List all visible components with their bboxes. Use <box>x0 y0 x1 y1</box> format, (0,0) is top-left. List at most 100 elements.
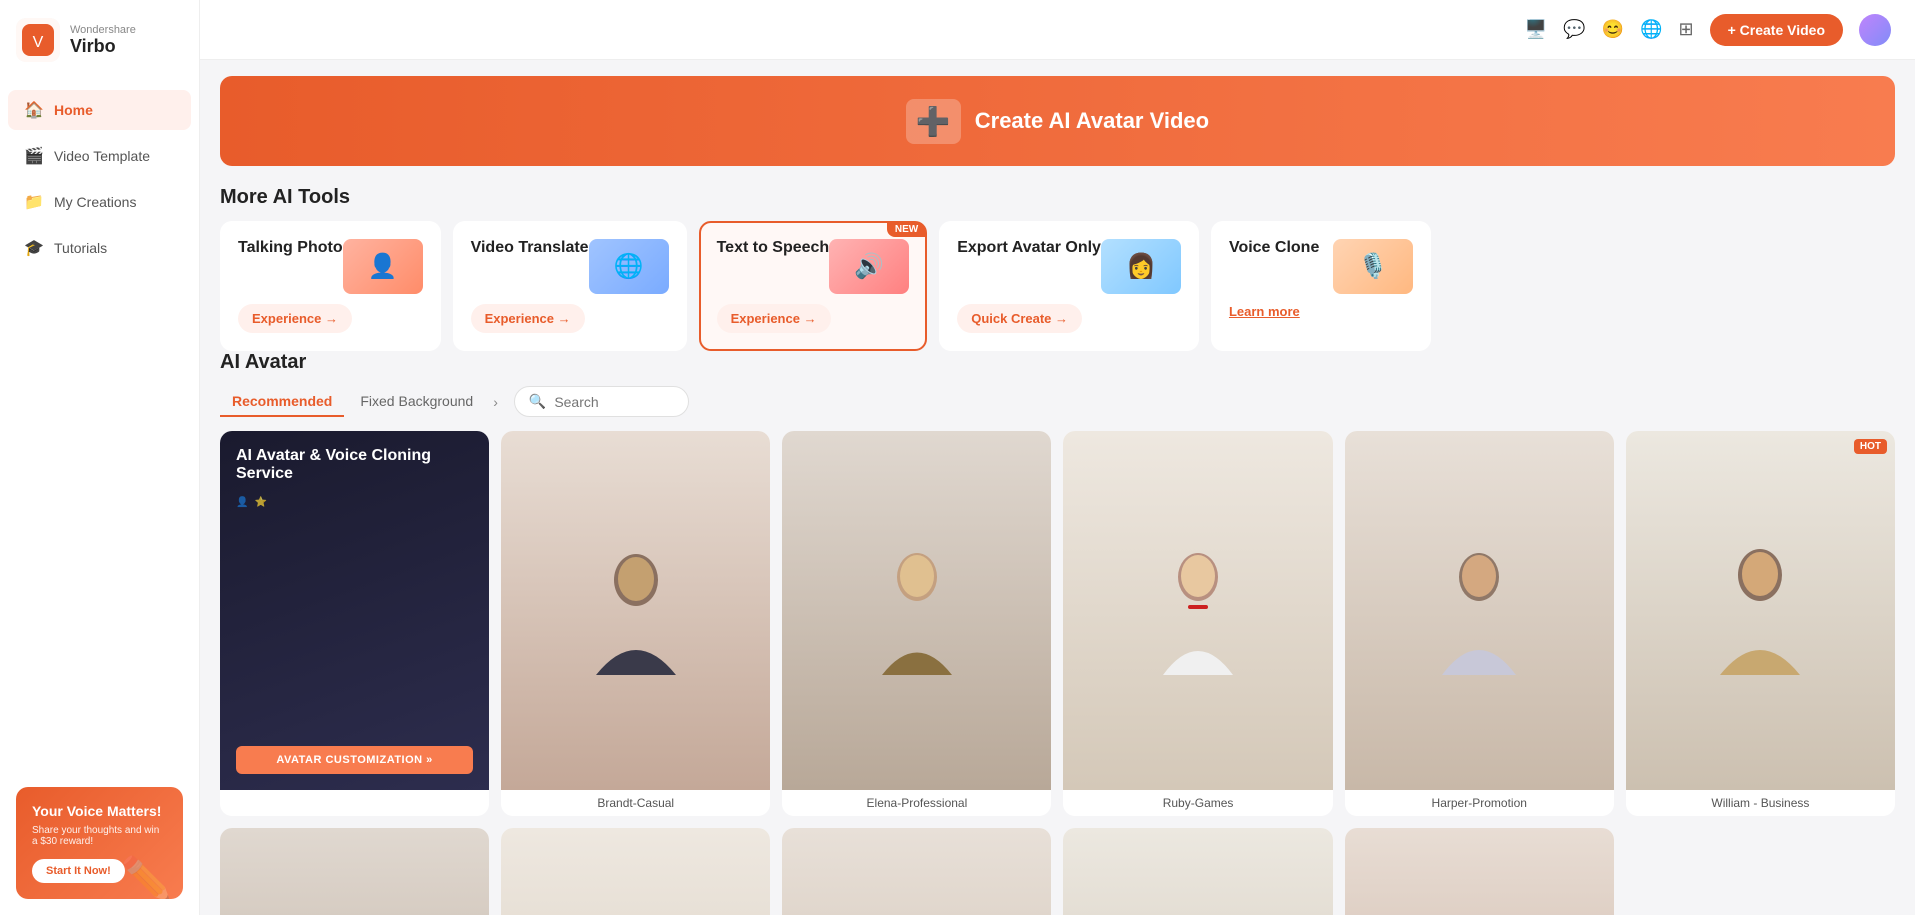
tool-card-video-translate-top: Video Translate 🌐 <box>471 239 669 294</box>
tool-card-text-to-speech[interactable]: NEW Text to Speech 🔊 Experience → <box>699 221 928 351</box>
avatar-img-row2-5 <box>1345 828 1614 915</box>
avatar-card-william[interactable]: HOT William - Business <box>1626 431 1895 816</box>
sidebar-navigation: 🏠 Home 🎬 Video Template 📁 My Creations 🎓… <box>0 80 199 278</box>
avatar-customization-button[interactable]: AVATAR CUSTOMIZATION » <box>236 746 473 774</box>
emoji-icon[interactable]: 😊 <box>1602 19 1624 40</box>
chat-icon[interactable]: 💬 <box>1563 19 1585 40</box>
person-silhouette-harper <box>1434 545 1524 675</box>
ai-tools-section-title: More AI Tools <box>220 186 1895 209</box>
avatar-img-row2-4 <box>1063 828 1332 915</box>
promo-tag-2: ⭐ <box>254 497 266 508</box>
tab-fixed-background[interactable]: Fixed Background <box>348 387 485 417</box>
avatar-tabs-row: Recommended Fixed Background › 🔍 <box>220 386 1895 417</box>
tool-card-voice-clone[interactable]: Voice Clone 🎙️ Learn more <box>1211 221 1431 351</box>
search-icon: 🔍 <box>529 393 546 410</box>
app-logo-icon: V <box>16 18 60 62</box>
video-translate-experience-button[interactable]: Experience → <box>471 304 585 333</box>
avatar-img-harper <box>1345 431 1614 790</box>
avatar-card-row2-4[interactable] <box>1063 828 1332 915</box>
promo-tag-1: 👤 <box>236 497 248 508</box>
tab-recommended[interactable]: Recommended <box>220 387 344 417</box>
avatar-search-box[interactable]: 🔍 <box>514 386 689 417</box>
avatar-img-row2-2 <box>501 828 770 915</box>
main-content: 🖥️ 💬 😊 🌐 ⊞ + Create Video ➕ Create AI Av… <box>200 0 1915 915</box>
avatar-name-harper: Harper-Promotion <box>1345 790 1614 816</box>
user-avatar[interactable] <box>1859 14 1891 46</box>
avatar-tab-group: Recommended Fixed Background › <box>220 387 502 417</box>
ai-avatar-section-title: AI Avatar <box>220 351 1895 374</box>
sidebar: V Wondershare Virbo 🏠 Home 🎬 Video Templ… <box>0 0 200 915</box>
ai-tools-cards: Talking Photo 👤 Experience → Video Trans… <box>200 221 1915 351</box>
avatar-card-brandt[interactable]: Brandt-Casual <box>501 431 770 816</box>
tool-card-voice-clone-top: Voice Clone 🎙️ <box>1229 239 1413 294</box>
ai-avatar-section: AI Avatar Recommended Fixed Background ›… <box>200 351 1915 915</box>
banner-label: Create AI Avatar Video <box>975 108 1209 134</box>
tool-card-export-avatar[interactable]: Export Avatar Only 👩 Quick Create → <box>939 221 1199 351</box>
avatar-card-row2-2[interactable] <box>501 828 770 915</box>
avatar-card-ruby[interactable]: Ruby-Games <box>1063 431 1332 816</box>
sidebar-item-video-template[interactable]: 🎬 Video Template <box>8 136 191 176</box>
avatar-promo-card[interactable]: AI Avatar & Voice Cloning Service 👤 ⭐ AV… <box>220 431 489 816</box>
banner-icon: ➕ <box>906 99 961 144</box>
tool-video-translate-name: Video Translate <box>471 239 589 257</box>
sidebar-item-home[interactable]: 🏠 Home <box>8 90 191 130</box>
tool-card-talking-photo-top: Talking Photo 👤 <box>238 239 423 294</box>
talking-photo-experience-button[interactable]: Experience → <box>238 304 352 333</box>
sidebar-item-tutorials[interactable]: 🎓 Tutorials <box>8 228 191 268</box>
talking-photo-img: 👤 <box>343 239 423 294</box>
promo-text-area: AI Avatar & Voice Cloning Service 👤 ⭐ <box>236 447 473 508</box>
avatar-img-brandt <box>501 431 770 790</box>
export-quick-create-button[interactable]: Quick Create → <box>957 304 1082 333</box>
avatar-img-william: HOT <box>1626 431 1895 790</box>
tutorials-icon: 🎓 <box>24 238 44 258</box>
promo-tags: 👤 ⭐ <box>236 497 473 508</box>
video-template-icon: 🎬 <box>24 146 44 166</box>
avatar-card-elena[interactable]: Elena-Professional <box>782 431 1051 816</box>
tts-experience-button[interactable]: Experience → <box>717 304 831 333</box>
my-creations-icon: 📁 <box>24 192 44 212</box>
new-badge: NEW <box>887 222 926 237</box>
sidebar-item-tutorials-label: Tutorials <box>54 240 107 256</box>
avatar-img-row2-1 <box>220 828 489 915</box>
voice-matters-title: Your Voice Matters! <box>32 803 167 819</box>
video-translate-img: 🌐 <box>589 239 669 294</box>
tool-talking-photo-name: Talking Photo <box>238 239 343 257</box>
svg-text:V: V <box>33 34 44 51</box>
tool-export-name: Export Avatar Only <box>957 239 1101 257</box>
avatar-name-william: William - Business <box>1626 790 1895 816</box>
create-video-button[interactable]: + Create Video <box>1710 14 1843 46</box>
tool-card-video-translate[interactable]: Video Translate 🌐 Experience → <box>453 221 687 351</box>
voice-matters-button[interactable]: Start It Now! <box>32 859 125 883</box>
avatar-promo-content: AI Avatar & Voice Cloning Service 👤 ⭐ AV… <box>220 431 489 790</box>
logo-area: V Wondershare Virbo <box>0 0 199 80</box>
person-silhouette-william <box>1715 545 1805 675</box>
grid-icon[interactable]: ⊞ <box>1679 19 1694 40</box>
create-ai-avatar-banner[interactable]: ➕ Create AI Avatar Video <box>220 76 1895 166</box>
promo-title: AI Avatar & Voice Cloning Service <box>236 447 473 483</box>
sidebar-item-my-creations-label: My Creations <box>54 194 136 210</box>
monitor-icon[interactable]: 🖥️ <box>1525 19 1547 40</box>
tool-card-talking-photo[interactable]: Talking Photo 👤 Experience → <box>220 221 441 351</box>
product-label: Virbo <box>70 36 136 57</box>
person-silhouette-elena <box>872 545 962 675</box>
tool-tts-name: Text to Speech <box>717 239 830 257</box>
avatar-name-brandt: Brandt-Casual <box>501 790 770 816</box>
search-input[interactable] <box>554 394 674 410</box>
avatar-card-row2-1[interactable] <box>220 828 489 915</box>
sidebar-item-my-creations[interactable]: 📁 My Creations <box>8 182 191 222</box>
avatar-img-ruby <box>1063 431 1332 790</box>
voice-matters-subtitle: Share your thoughts and win a $30 reward… <box>32 825 167 847</box>
logo-text: Wondershare Virbo <box>70 24 136 57</box>
brand-label: Wondershare <box>70 24 136 36</box>
voice-clone-img: 🎙️ <box>1333 239 1413 294</box>
avatar-card-harper[interactable]: Harper-Promotion <box>1345 431 1614 816</box>
avatar-card-row2-3[interactable] <box>782 828 1051 915</box>
avatar-grid: AI Avatar & Voice Cloning Service 👤 ⭐ AV… <box>220 431 1895 915</box>
sidebar-item-video-template-label: Video Template <box>54 148 150 164</box>
globe-icon[interactable]: 🌐 <box>1640 19 1662 40</box>
avatar-card-row2-5[interactable] <box>1345 828 1614 915</box>
voice-clone-learn-more[interactable]: Learn more <box>1229 304 1413 319</box>
sidebar-item-home-label: Home <box>54 102 93 118</box>
tab-arrow-icon[interactable]: › <box>489 390 502 414</box>
tts-img: 🔊 <box>829 239 909 294</box>
